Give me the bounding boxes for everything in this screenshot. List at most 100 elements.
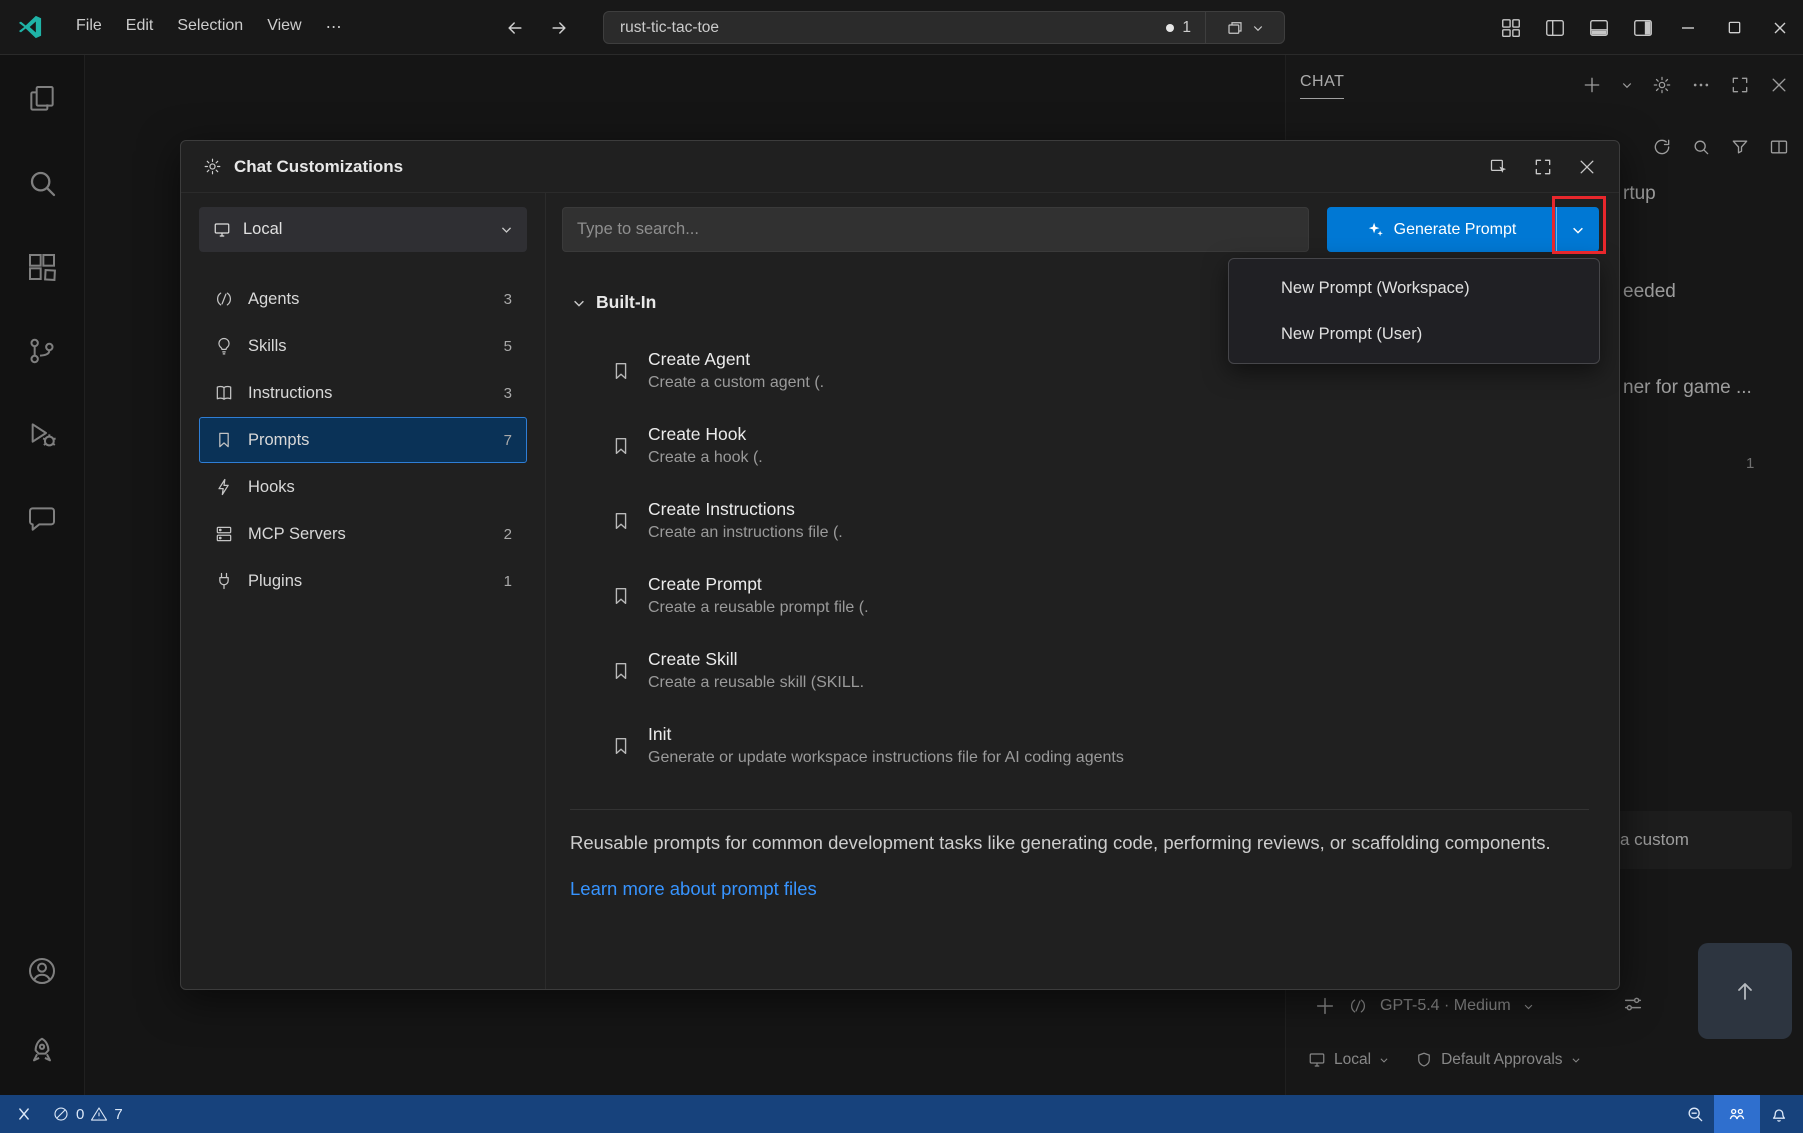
learn-more-link[interactable]: Learn more about prompt files [562, 878, 1599, 900]
toggle-sidebar-icon[interactable] [1533, 17, 1577, 39]
window-stack-icon [1226, 19, 1244, 37]
item-title: Create Agent [648, 349, 824, 370]
dialog-sidebar: Local Agents 3 Skills 5 [181, 193, 546, 989]
divider [570, 809, 1589, 810]
warning-count: 7 [114, 1106, 122, 1123]
dirty-dot-icon [1166, 24, 1174, 32]
nav-label: Agents [248, 290, 299, 309]
maximize-button[interactable] [1711, 0, 1757, 55]
customize-layout-icon[interactable] [1489, 17, 1533, 39]
open-in-editor-icon[interactable] [1489, 157, 1509, 177]
monitor-icon [213, 221, 231, 239]
scope-select[interactable]: Local [199, 207, 527, 252]
prompts-description: Reusable prompts for common development … [562, 828, 1599, 858]
chevron-down-icon [500, 223, 513, 236]
status-bar-right [1676, 1095, 1803, 1133]
nav-item-hooks[interactable]: Hooks [199, 464, 527, 510]
sessions-dropdown[interactable] [1206, 19, 1284, 37]
nav-count: 1 [504, 573, 512, 590]
section-title: Built-In [596, 292, 656, 313]
item-title: Init [648, 724, 1124, 745]
annotation-highlight [1552, 196, 1606, 254]
search-input[interactable] [562, 207, 1309, 252]
book-icon [214, 383, 234, 403]
menu-selection[interactable]: Selection [165, 12, 255, 42]
menu-view[interactable]: View [255, 12, 313, 42]
search-row: Generate Prompt [562, 207, 1599, 252]
workspace-search-value: rust-tic-tac-toe [604, 19, 1166, 37]
warning-icon [90, 1105, 108, 1123]
remote-indicator[interactable] [0, 1095, 43, 1133]
item-desc: Create a reusable prompt file (. [648, 599, 869, 616]
generate-prompt-label: Generate Prompt [1394, 221, 1517, 239]
nav-item-skills[interactable]: Skills 5 [199, 323, 527, 369]
generate-prompt-main[interactable]: Generate Prompt [1327, 207, 1556, 252]
back-icon[interactable] [505, 18, 525, 38]
item-desc: Create an instructions file (. [648, 524, 843, 541]
nav-item-mcp-servers[interactable]: MCP Servers 2 [199, 511, 527, 557]
menu-file[interactable]: File [64, 12, 114, 42]
bookmark-icon [610, 660, 632, 682]
history-nav [505, 0, 569, 55]
catalog-item-create-hook[interactable]: Create HookCreate a hook (. [562, 408, 1599, 483]
problems-indicator[interactable]: 0 7 [43, 1095, 132, 1133]
item-desc: Create a hook (. [648, 449, 763, 466]
dialog-header-actions [1489, 157, 1597, 177]
lightning-icon [214, 477, 234, 497]
chevron-down-icon [1252, 22, 1264, 34]
menu-bar: File Edit Selection View ⋯ [64, 12, 354, 42]
customization-nav: Agents 3 Skills 5 Instructions 3 [199, 276, 527, 604]
error-count: 0 [76, 1106, 84, 1123]
nav-item-agents[interactable]: Agents 3 [199, 276, 527, 322]
item-title: Create Skill [648, 649, 864, 670]
generate-prompt-menu: New Prompt (Workspace) New Prompt (User) [1228, 258, 1600, 364]
menu-item-new-prompt-workspace[interactable]: New Prompt (Workspace) [1229, 265, 1599, 311]
catalog-item-init[interactable]: Init Generate or update workspace instruc… [562, 708, 1599, 783]
item-title: Create Prompt [648, 574, 869, 595]
nav-count: 7 [504, 432, 512, 449]
maximize-dialog-icon[interactable] [1533, 157, 1553, 177]
titlebar-right [1489, 0, 1803, 55]
dirty-count: 1 [1182, 19, 1191, 37]
command-center[interactable]: rust-tic-tac-toe 1 [603, 11, 1285, 44]
chevron-down-icon [572, 296, 586, 310]
minimize-button[interactable] [1665, 0, 1711, 55]
forward-icon[interactable] [549, 18, 569, 38]
nav-item-prompts[interactable]: Prompts 7 [199, 417, 527, 463]
close-window-button[interactable] [1757, 0, 1803, 55]
nav-item-instructions[interactable]: Instructions 3 [199, 370, 527, 416]
title-bar: File Edit Selection View ⋯ rust-tic-tac-… [0, 0, 1803, 55]
prompt-catalog: Create Agent Create a custom agent (. Cre… [562, 333, 1599, 783]
zoom-icon[interactable] [1676, 1095, 1714, 1133]
vscode-logo-icon [16, 13, 44, 41]
bookmark-icon [610, 510, 632, 532]
menu-item-new-prompt-user[interactable]: New Prompt (User) [1229, 311, 1599, 357]
item-desc: Create a reusable skill (SKILL. [648, 674, 864, 691]
bookmark-icon [610, 585, 632, 607]
nav-item-plugins[interactable]: Plugins 1 [199, 558, 527, 604]
catalog-item-create-prompt[interactable]: Create Prompt Create a reusable prompt fi… [562, 558, 1599, 633]
nav-label: Plugins [248, 572, 302, 591]
menu-overflow[interactable]: ⋯ [314, 12, 354, 42]
catalog-item-create-instructions[interactable]: Create InstructionsCreate an instruction… [562, 483, 1599, 558]
item-desc: Create a custom agent (. [648, 374, 824, 391]
dialog-title: Chat Customizations [234, 157, 403, 177]
lightbulb-icon [214, 336, 234, 356]
close-dialog-icon[interactable] [1577, 157, 1597, 177]
bookmark-icon [610, 735, 632, 757]
catalog-item-create-skill[interactable]: Create Skill Create a reusable skill (SKI… [562, 633, 1599, 708]
menu-edit[interactable]: Edit [114, 12, 166, 42]
remote-icon [14, 1104, 34, 1124]
notifications-bell-icon[interactable] [1760, 1095, 1803, 1133]
nav-label: Instructions [248, 384, 332, 403]
nav-label: Prompts [248, 431, 309, 450]
scope-select-label: Local [243, 220, 282, 239]
toggle-secondary-sidebar-icon[interactable] [1621, 17, 1665, 39]
toggle-panel-icon[interactable] [1577, 17, 1621, 39]
extension-status-icon[interactable] [1714, 1095, 1760, 1133]
item-desc: Generate or update workspace instruction… [648, 749, 1124, 766]
nav-count: 3 [504, 385, 512, 402]
nav-count: 2 [504, 526, 512, 543]
nav-label: MCP Servers [248, 525, 346, 544]
server-icon [214, 524, 234, 544]
